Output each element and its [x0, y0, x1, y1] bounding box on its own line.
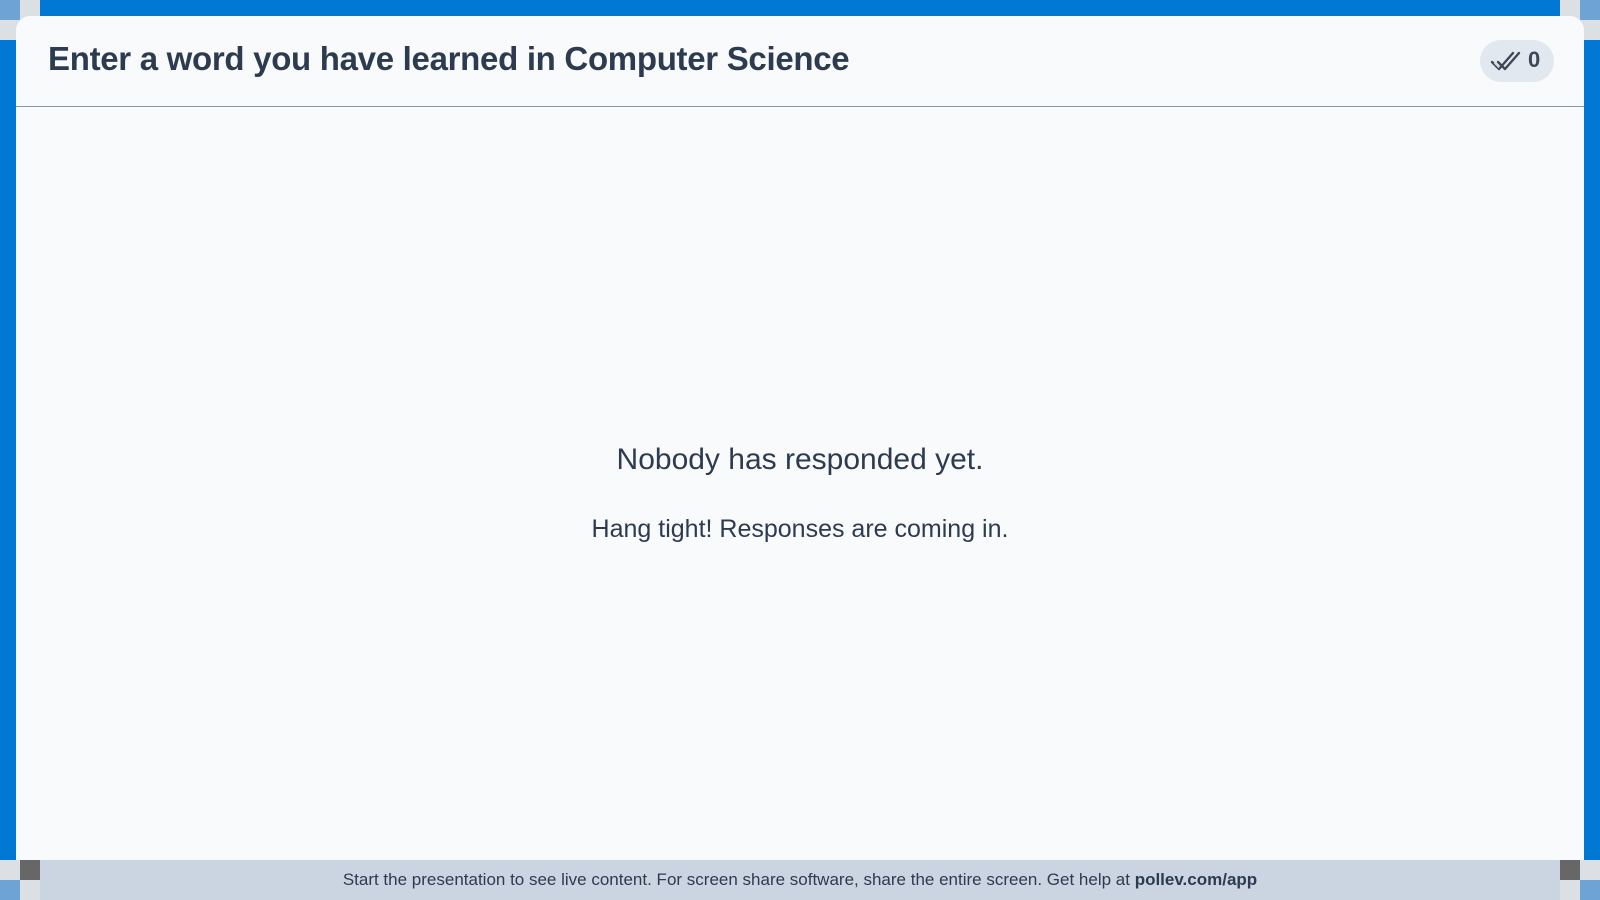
corner-marker-bottom-left: [0, 860, 40, 900]
footer-message: Start the presentation to see live conte…: [342, 870, 1135, 889]
poll-header: Enter a word you have learned in Compute…: [16, 16, 1584, 107]
empty-state-subtitle: Hang tight! Responses are coming in.: [591, 515, 1009, 543]
poll-question-title: Enter a word you have learned in Compute…: [48, 40, 850, 77]
response-count-badge[interactable]: 0: [1480, 40, 1554, 82]
double-check-icon: [1490, 51, 1521, 71]
corner-marker-bottom-right: [1560, 860, 1600, 900]
response-count: 0: [1528, 47, 1541, 72]
empty-state-title: Nobody has responded yet.: [616, 443, 984, 476]
footer-bar: Start the presentation to see live conte…: [0, 860, 1600, 900]
poll-card: Enter a word you have learned in Compute…: [16, 16, 1584, 900]
help-link[interactable]: pollev.com/app: [1135, 870, 1258, 889]
